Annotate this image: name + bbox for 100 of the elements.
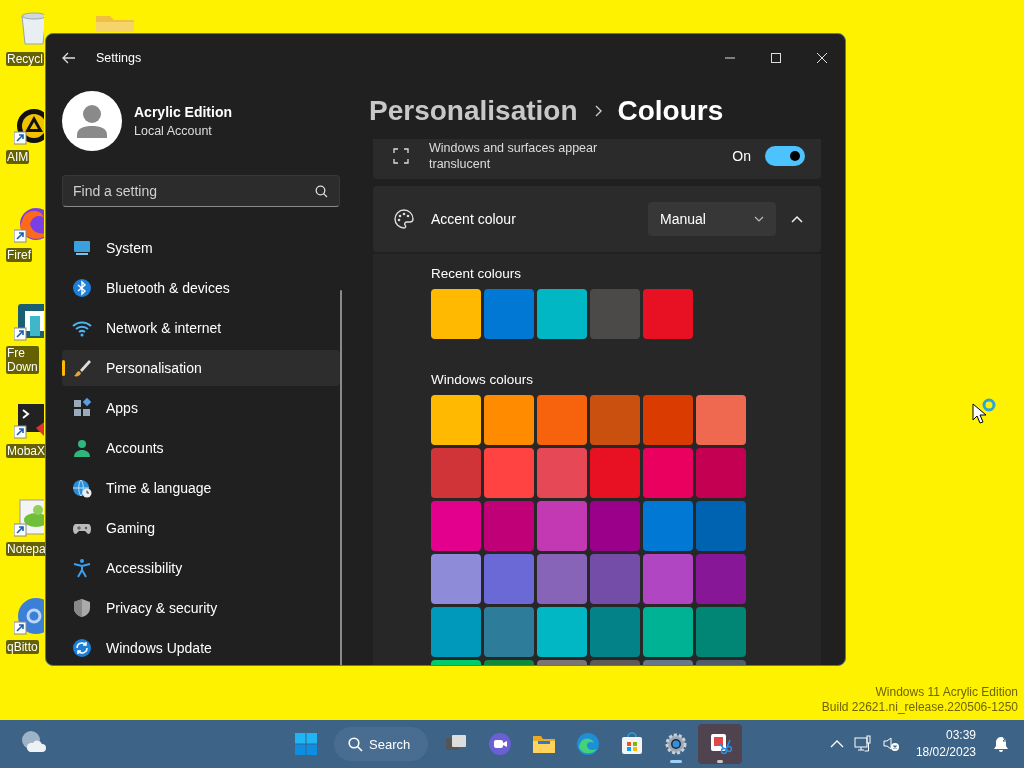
brush-icon: [72, 358, 92, 378]
person-icon: [72, 438, 92, 458]
toggle-switch[interactable]: [765, 146, 805, 166]
colour-swatch[interactable]: [484, 554, 534, 604]
sidebar-item[interactable]: Privacy & security: [62, 590, 340, 626]
colour-swatch[interactable]: [537, 554, 587, 604]
colour-swatch[interactable]: [643, 448, 693, 498]
colour-swatch[interactable]: [590, 448, 640, 498]
back-arrow-icon[interactable]: [62, 52, 76, 64]
taskbar-app-button[interactable]: [698, 724, 742, 764]
accessibility-icon: [72, 558, 92, 578]
colour-swatch[interactable]: [590, 554, 640, 604]
setting-label: Accent colour: [431, 211, 517, 227]
colour-swatch[interactable]: [696, 501, 746, 551]
watermark-text: Build 22621.ni_release.220506-1250: [821, 700, 1018, 715]
colour-swatch[interactable]: [484, 448, 534, 498]
wifi-icon: [72, 318, 92, 338]
colour-swatch[interactable]: [696, 395, 746, 445]
sidebar-item[interactable]: Accounts: [62, 430, 340, 466]
volume-muted-icon[interactable]: [881, 735, 900, 753]
search-icon: [348, 736, 363, 752]
account-name: Acrylic Edition: [134, 104, 233, 120]
gear-icon: [664, 732, 688, 756]
monitor-icon: [72, 238, 92, 258]
desktop-icon-label: MobaX: [6, 444, 47, 458]
colour-swatch[interactable]: [643, 554, 693, 604]
colour-swatch[interactable]: [431, 448, 481, 498]
sidebar-item[interactable]: Accessibility: [62, 550, 340, 586]
colour-swatch[interactable]: [590, 395, 640, 445]
scrollbar[interactable]: [340, 290, 342, 665]
section-title: Recent colours: [431, 266, 523, 283]
colour-swatch[interactable]: [643, 607, 693, 657]
search-field[interactable]: Find a setting: [62, 175, 340, 207]
colour-swatch[interactable]: [537, 607, 587, 657]
colour-swatch[interactable]: [643, 395, 693, 445]
breadcrumb-link[interactable]: Personalisation: [369, 94, 578, 127]
network-monitor-icon[interactable]: [853, 735, 872, 753]
sidebar-item[interactable]: Gaming: [62, 510, 340, 546]
colour-swatch[interactable]: [590, 501, 640, 551]
chevron-up-icon[interactable]: [829, 740, 844, 748]
busy-cursor-icon: [972, 398, 998, 426]
desktop-icon-label: Recycl: [6, 52, 44, 66]
colour-swatch[interactable]: [484, 289, 534, 339]
chevron-up-icon: [791, 215, 803, 223]
search-icon: [315, 185, 328, 198]
colour-swatch[interactable]: [484, 395, 534, 445]
sync-icon: [72, 638, 92, 658]
colour-swatch[interactable]: [431, 395, 481, 445]
bluetooth-icon: [72, 278, 92, 298]
colour-swatch[interactable]: [590, 289, 640, 339]
video-chat-icon: [488, 732, 512, 756]
toggle-state-label: On: [732, 148, 751, 164]
colour-swatch[interactable]: [696, 448, 746, 498]
setting-description: Windows and surfaces appear translucent: [429, 140, 599, 172]
chevron-right-icon: [593, 104, 602, 117]
colour-swatch[interactable]: [431, 607, 481, 657]
page-title: Colours: [617, 94, 724, 127]
colour-swatch[interactable]: [484, 501, 534, 551]
colour-swatch[interactable]: [537, 395, 587, 445]
colour-swatch[interactable]: [643, 289, 693, 339]
sidebar-item[interactable]: Time & language: [62, 470, 340, 506]
colour-swatch[interactable]: [696, 607, 746, 657]
clock-date: 18/02/2023: [915, 744, 976, 761]
colour-swatch[interactable]: [484, 607, 534, 657]
clock-time: 03:39: [945, 727, 976, 744]
close-icon: [816, 52, 828, 64]
notepad-icon[interactable]: [14, 496, 44, 538]
chevron-down-icon: [754, 216, 764, 222]
palette-icon: [393, 208, 415, 230]
desktop-icon-label: Firef: [6, 248, 32, 262]
browser-icon: [576, 732, 600, 756]
shield-icon: [72, 598, 92, 618]
scissors-icon: [708, 732, 732, 756]
store-bag-icon: [620, 732, 644, 756]
window-title: Settings: [96, 51, 143, 65]
bell-icon[interactable]: [992, 735, 1010, 753]
sidebar-item[interactable]: Windows Update: [62, 630, 340, 665]
sidebar-item[interactable]: System: [62, 230, 340, 266]
account-type: Local Account: [134, 124, 213, 138]
search-button[interactable]: Search: [334, 727, 428, 761]
sidebar-item[interactable]: Bluetooth & devices: [62, 270, 340, 306]
colour-swatch[interactable]: [431, 554, 481, 604]
colour-swatch[interactable]: [537, 289, 587, 339]
colour-swatch[interactable]: [643, 501, 693, 551]
colour-swatch[interactable]: [431, 501, 481, 551]
colour-swatch[interactable]: [590, 607, 640, 657]
colour-swatch[interactable]: [537, 501, 587, 551]
globe-clock-icon: [72, 478, 92, 498]
maximize-icon: [770, 52, 782, 64]
avatar-icon[interactable]: [62, 91, 122, 151]
sidebar-item[interactable]: Network & internet: [62, 310, 340, 346]
apps-grid-icon: [72, 398, 92, 418]
dropdown[interactable]: Manual: [648, 202, 776, 236]
sidebar-item[interactable]: Apps: [62, 390, 340, 426]
colour-swatch[interactable]: [696, 554, 746, 604]
colour-swatch[interactable]: [431, 289, 481, 339]
colour-swatch[interactable]: [537, 448, 587, 498]
desktop-icon-label: AIM: [6, 150, 30, 164]
sidebar-item[interactable]: Personalisation: [62, 350, 340, 386]
desktop-icon-label: Fre Down: [6, 346, 39, 374]
